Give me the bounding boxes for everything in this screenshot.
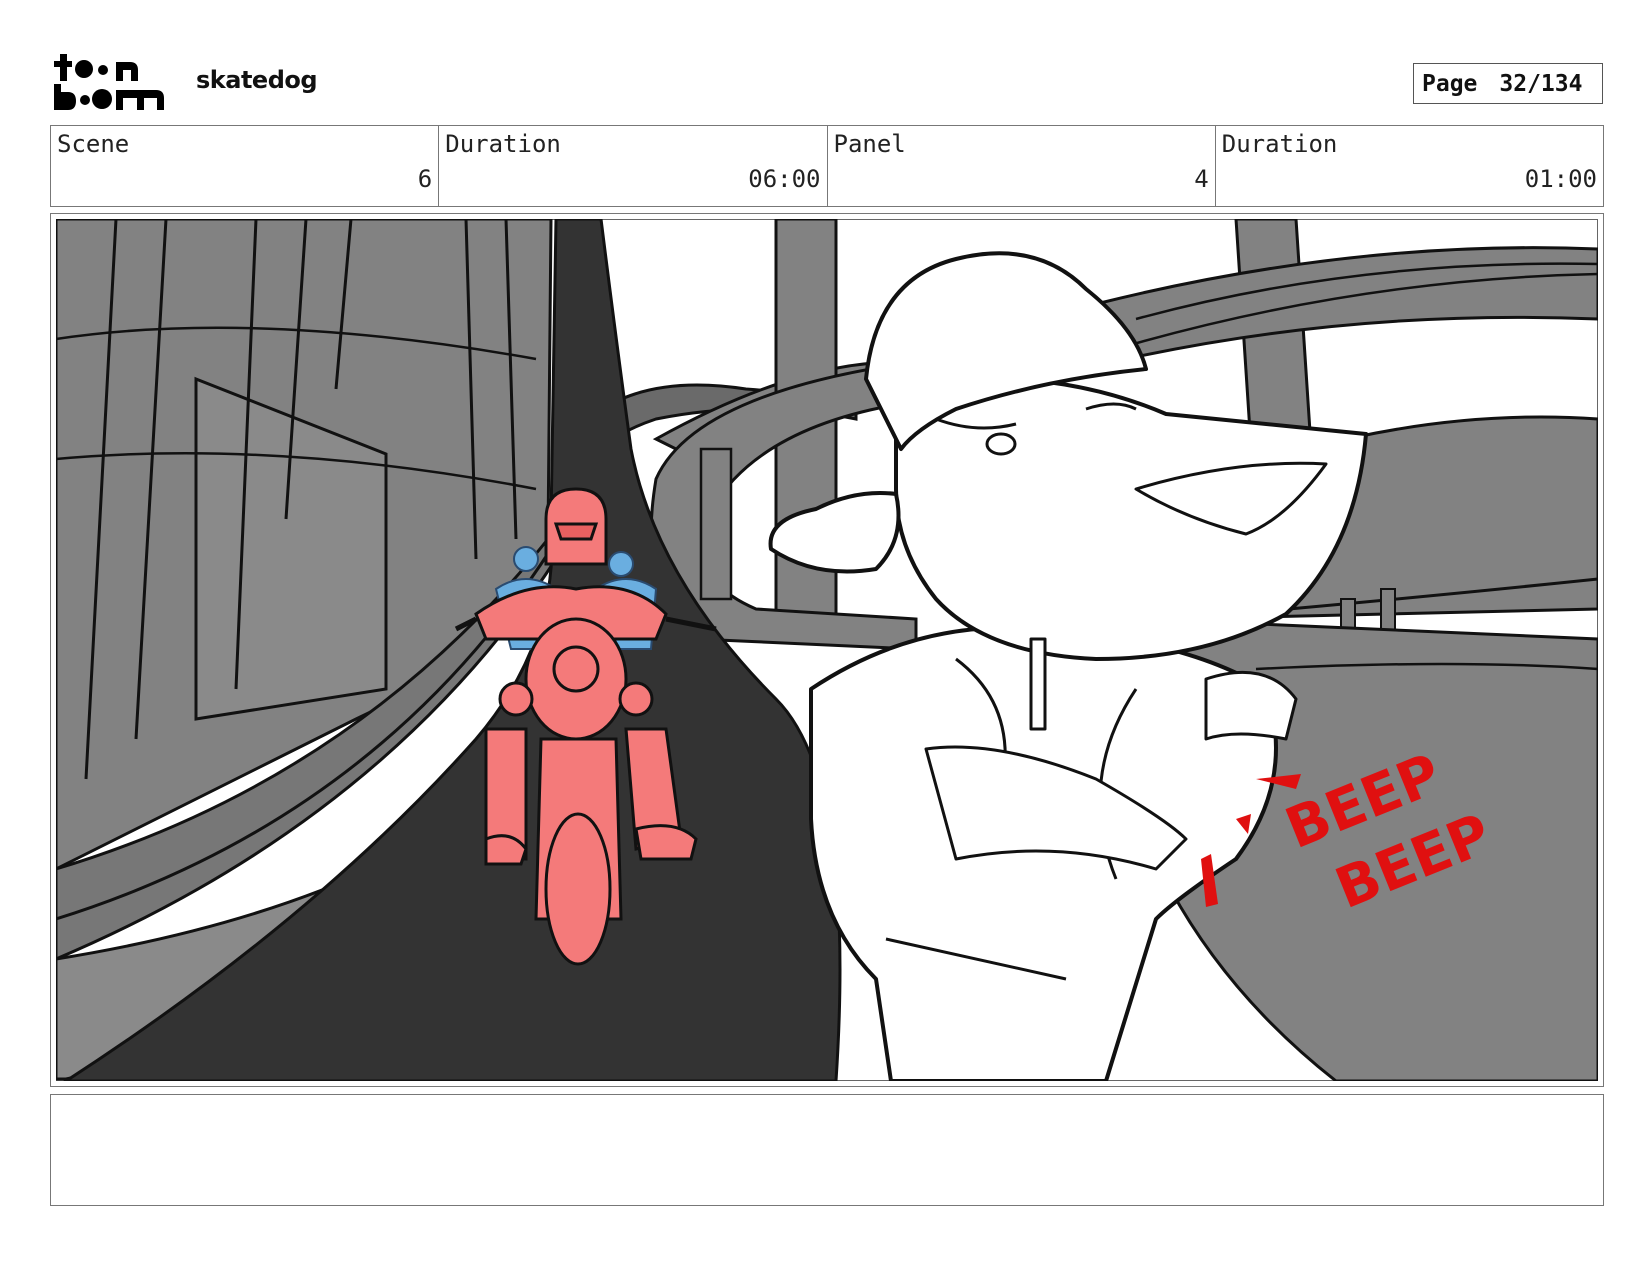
page-label: Page [1422,70,1478,97]
toon-boom-logo [54,54,164,110]
panel-duration-label: Duration [1221,130,1338,158]
panel-artwork: BEEP BEEP [56,219,1598,1081]
panel-value: 4 [1194,165,1209,193]
panel-duration-cell: Duration 01:00 [1216,126,1603,206]
scene-duration-cell: Duration 06:00 [439,126,828,206]
scene-value: 6 [417,165,433,193]
panel-label: Panel [833,130,906,158]
scene-label: Scene [57,130,130,158]
storyboard-panel: BEEP BEEP [50,213,1604,1087]
panel-duration-value: 01:00 [1524,165,1597,193]
page-number: 32/134 [1499,70,1583,97]
scene-info-table: Scene 6 Duration 06:00 Panel 4 Duration … [50,125,1604,207]
scene-cell: Scene 6 [51,126,440,206]
panel-cell: Panel 4 [828,126,1216,206]
project-title: skatedog [196,66,318,94]
scene-duration-value: 06:00 [748,165,821,193]
scene-duration-label: Duration [445,130,561,158]
notes-box [50,1094,1604,1206]
page-indicator: Page 32/134 [1413,63,1603,104]
